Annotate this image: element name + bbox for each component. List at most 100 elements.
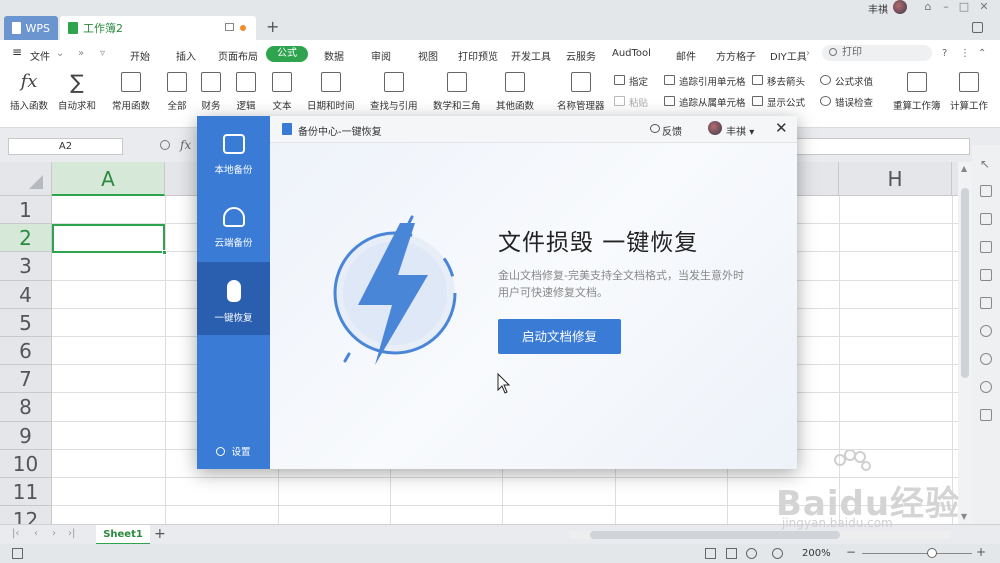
- row-header[interactable]: 11: [0, 478, 52, 507]
- menu-fangfang[interactable]: 方方格子: [716, 48, 756, 63]
- specify-button[interactable]: 指定: [614, 74, 648, 88]
- column-header-a[interactable]: A: [52, 162, 165, 196]
- pointer-icon[interactable]: ↖: [980, 157, 992, 171]
- menu-mail[interactable]: 邮件: [676, 48, 696, 63]
- avatar[interactable]: [893, 0, 907, 14]
- style-icon[interactable]: [980, 213, 992, 225]
- trace-precedents-button[interactable]: 追踪引用单元格: [664, 74, 746, 88]
- row-header[interactable]: 6: [0, 337, 52, 366]
- menu-cloud[interactable]: 云服务: [566, 48, 596, 63]
- more-options-icon[interactable]: ⋮: [960, 48, 970, 59]
- math-trig-button[interactable]: 数学和三角: [433, 72, 481, 112]
- row-header[interactable]: 4: [0, 280, 52, 309]
- row-header[interactable]: 5: [0, 308, 52, 337]
- error-check-button[interactable]: 错误检查: [820, 95, 873, 109]
- row-header[interactable]: 2: [0, 224, 52, 253]
- menu-page-layout[interactable]: 页面布局: [218, 48, 258, 63]
- show-formulas-button[interactable]: 显示公式: [752, 95, 805, 109]
- name-manager-button[interactable]: 名称管理器: [557, 72, 605, 112]
- insert-function-button[interactable]: fx 插入函数: [10, 72, 48, 113]
- user-name[interactable]: 丰祺: [868, 1, 888, 16]
- menu-print-preview[interactable]: 打印预览: [458, 48, 498, 63]
- chevron-down-icon[interactable]: ⌄: [56, 48, 64, 59]
- paste-button[interactable]: 粘贴: [614, 95, 648, 109]
- archive-icon[interactable]: [980, 297, 992, 309]
- help-circle-icon[interactable]: [980, 381, 992, 393]
- maximize-icon[interactable]: □: [954, 0, 974, 14]
- menu-diy[interactable]: DIY工具: [770, 48, 807, 63]
- search-input[interactable]: 打印: [822, 45, 932, 61]
- remove-arrows-button[interactable]: 移去箭头: [752, 74, 805, 88]
- hscroll-thumb[interactable]: [590, 531, 840, 539]
- tab-workbook[interactable]: 工作簿2: [60, 16, 256, 40]
- selected-cell[interactable]: [52, 224, 167, 255]
- skin-icon[interactable]: ⌂: [918, 0, 938, 14]
- menu-developer[interactable]: 开发工具: [511, 48, 551, 63]
- close-window-icon[interactable]: ✕: [974, 0, 994, 14]
- zoom-slider-knob[interactable]: [927, 548, 937, 558]
- next-sheet-icon[interactable]: ›: [52, 528, 56, 539]
- menu-insert[interactable]: 插入: [176, 48, 196, 63]
- last-sheet-icon[interactable]: ›|: [68, 528, 75, 539]
- add-sheet-button[interactable]: +: [154, 526, 166, 542]
- menu-review[interactable]: 审阅: [371, 48, 391, 63]
- feedback-link[interactable]: 反馈: [662, 123, 682, 138]
- all-functions-button[interactable]: 全部: [167, 72, 187, 112]
- sidebar-item-one-click-restore[interactable]: 一键恢复: [197, 262, 270, 335]
- sidebar-item-local-backup[interactable]: 本地备份: [197, 116, 270, 189]
- macro-icon[interactable]: [12, 548, 23, 559]
- common-functions-button[interactable]: 常用函数: [112, 72, 150, 112]
- scroll-right-icon[interactable]: ›: [806, 48, 810, 59]
- row-header[interactable]: 12: [0, 506, 52, 524]
- layout-icon[interactable]: [972, 22, 983, 33]
- menu-file[interactable]: 文件: [30, 48, 50, 63]
- zoom-out-button[interactable]: −: [846, 545, 856, 559]
- horizontal-scrollbar[interactable]: [570, 531, 950, 539]
- text-button[interactable]: 文本: [272, 72, 292, 112]
- vertical-scrollbar[interactable]: ▲ ▼: [958, 162, 972, 524]
- calculate-sheet-button[interactable]: 计算工作: [950, 72, 988, 112]
- share-icon[interactable]: [980, 325, 992, 337]
- shapes-icon[interactable]: [980, 185, 992, 197]
- zoom-slider[interactable]: [862, 553, 972, 554]
- financial-button[interactable]: 财务: [201, 72, 221, 112]
- scroll-up-icon[interactable]: ▲: [961, 164, 967, 173]
- formula-input[interactable]: [796, 138, 970, 155]
- scrollbar-thumb[interactable]: [961, 188, 969, 378]
- settings-panel-icon[interactable]: [980, 409, 992, 421]
- hamburger-icon[interactable]: ≡: [12, 45, 22, 59]
- help-icon[interactable]: ?: [942, 48, 947, 59]
- feedback-icon[interactable]: [650, 124, 660, 133]
- row-header[interactable]: 7: [0, 365, 52, 394]
- add-tab-button[interactable]: +: [266, 17, 279, 36]
- collapse-ribbon-icon[interactable]: ⌃: [978, 48, 986, 59]
- menu-view[interactable]: 视图: [418, 48, 438, 63]
- close-button[interactable]: ✕: [775, 119, 788, 137]
- dropdown-icon[interactable]: ▿: [100, 48, 105, 59]
- trace-dependents-button[interactable]: 追踪从属单元格: [664, 95, 746, 109]
- logical-button[interactable]: 逻辑: [236, 72, 256, 112]
- monitor-icon[interactable]: [225, 23, 234, 31]
- more-icon[interactable]: »: [78, 48, 84, 59]
- edit-icon[interactable]: [980, 241, 992, 253]
- row-header[interactable]: 3: [0, 252, 52, 281]
- tab-wps[interactable]: WPS: [4, 16, 58, 40]
- column-header-h[interactable]: H: [839, 162, 952, 196]
- recalculate-workbook-button[interactable]: 重算工作簿: [893, 72, 941, 112]
- zoom-level[interactable]: 200%: [802, 548, 831, 559]
- normal-view-icon[interactable]: [705, 548, 716, 559]
- minimize-icon[interactable]: –: [936, 0, 956, 14]
- evaluate-formula-button[interactable]: 公式求值: [820, 74, 873, 88]
- autosum-button[interactable]: ∑ 自动求和: [58, 72, 96, 112]
- row-header[interactable]: 10: [0, 449, 52, 478]
- eye-protection-icon[interactable]: [772, 548, 783, 559]
- dialog-user-menu[interactable]: 丰祺 ▾: [726, 123, 754, 138]
- fill-handle[interactable]: [162, 250, 167, 255]
- avatar[interactable]: [708, 121, 722, 135]
- zoom-in-button[interactable]: +: [976, 545, 986, 559]
- menu-home[interactable]: 开始: [130, 48, 150, 63]
- zoom-icon[interactable]: [160, 140, 170, 150]
- date-time-button[interactable]: 日期和时间: [307, 72, 355, 112]
- reading-mode-icon[interactable]: [746, 548, 757, 559]
- first-sheet-icon[interactable]: |‹: [12, 528, 19, 539]
